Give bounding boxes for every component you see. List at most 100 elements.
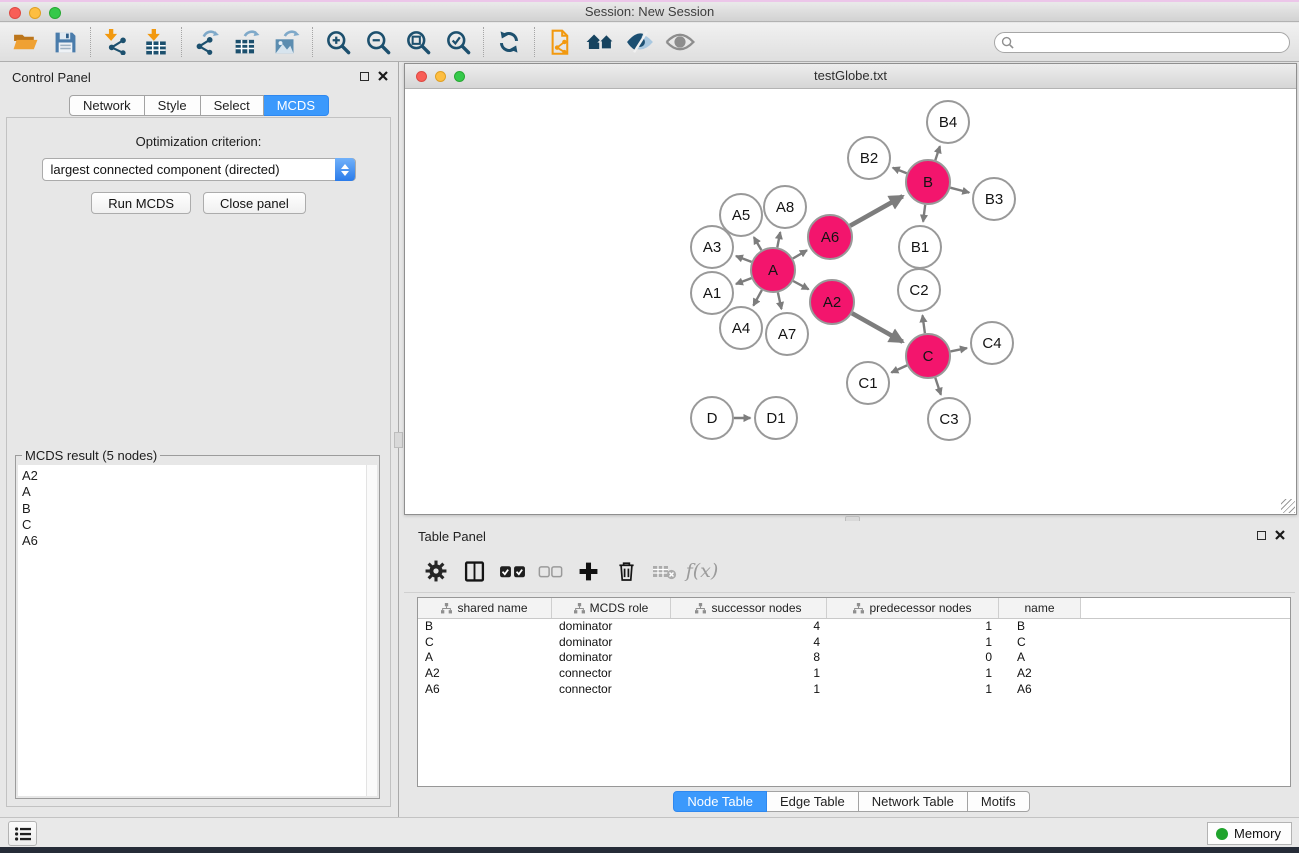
table-header-row[interactable]: shared nameMCDS rolesuccessor nodesprede… [418,598,1290,619]
close-panel-button[interactable]: Close panel [203,192,306,214]
deselect-all-rows-button[interactable] [531,553,569,589]
zoom-selected-button[interactable] [438,25,478,59]
graph-edge-A-A6[interactable] [793,250,807,258]
result-item[interactable]: A6 [18,533,377,549]
network-zoom-button[interactable] [454,71,465,82]
result-list-scrollbar[interactable] [366,465,377,796]
table-row[interactable]: A2connector11A2 [418,666,1290,682]
close-window-button[interactable] [9,7,21,19]
graph-edge-C-C2[interactable] [923,315,925,333]
apply-layout-button[interactable] [489,25,529,59]
save-session-button[interactable] [45,25,85,59]
task-history-button[interactable] [8,821,37,846]
graph-edge-A6-B[interactable] [850,196,903,226]
column-type-icon [441,603,452,614]
export-image-button[interactable] [267,25,307,59]
float-table-panel-icon[interactable] [1257,531,1266,540]
table-cell: 1 [827,682,999,698]
tab-network[interactable]: Network [69,95,145,116]
search-field[interactable] [994,32,1290,53]
toggle-graphics-details-button[interactable] [620,25,660,59]
list-icon [14,826,32,842]
column-header-shared-name[interactable]: shared name [418,598,552,618]
column-header-predecessor-nodes[interactable]: predecessor nodes [827,598,999,618]
column-header-name[interactable]: name [999,598,1081,618]
tab-style[interactable]: Style [145,95,201,116]
search-input[interactable] [1018,34,1289,51]
resize-grip-icon[interactable] [1281,499,1295,513]
tab-select[interactable]: Select [201,95,264,116]
window-controls[interactable] [9,7,61,19]
result-item[interactable]: C [18,517,377,533]
graph-edge-A-A5[interactable] [754,237,762,250]
graph-edge-A-A7[interactable] [778,293,782,310]
zoom-in-button[interactable] [318,25,358,59]
close-table-panel-icon[interactable] [1275,530,1285,540]
add-column-button[interactable] [569,553,607,589]
control-panel-tabs[interactable]: NetworkStyleSelectMCDS [0,95,398,116]
tab-motifs[interactable]: Motifs [968,791,1030,812]
float-panel-icon[interactable] [360,72,369,81]
result-item[interactable]: B [18,501,377,517]
table-cell: 8 [671,650,827,666]
graph-edge-A-A4[interactable] [753,290,762,306]
graph-edge-B-B1[interactable] [923,205,925,222]
select-all-rows-button[interactable] [493,553,531,589]
open-session-button[interactable] [5,25,45,59]
network-canvas[interactable]: AA1A2A3A4A5A6A7A8BB1B2B3B4CC1C2C3C4DD1 [405,90,1296,514]
delete-table-button[interactable] [645,553,683,589]
column-header-MCDS-role[interactable]: MCDS role [552,598,671,618]
criterion-dropdown[interactable]: largest connected component (directed) [42,158,356,181]
close-panel-icon[interactable] [378,71,388,81]
vertical-splitter-grip[interactable] [394,432,403,448]
table-row[interactable]: Bdominator41B [418,619,1290,635]
graph-edge-A-A2[interactable] [793,281,808,289]
show-column-button[interactable] [455,553,493,589]
memory-button[interactable]: Memory [1207,822,1292,845]
graph-edge-B-B3[interactable] [950,188,969,193]
graph-edge-C-C1[interactable] [891,365,907,372]
toggle-panel-button[interactable] [660,25,700,59]
zoom-window-button[interactable] [49,7,61,19]
node-table[interactable]: shared nameMCDS rolesuccessor nodesprede… [417,597,1291,787]
import-table-button[interactable] [136,25,176,59]
table-row[interactable]: A6connector11A6 [418,682,1290,698]
reset-view-button[interactable] [580,25,620,59]
tab-mcds[interactable]: MCDS [264,95,329,116]
table-row[interactable]: Cdominator41C [418,635,1290,651]
table-body[interactable]: Bdominator41BCdominator41CAdominator80AA… [418,619,1290,697]
network-from-selection-button[interactable] [540,25,580,59]
import-network-button[interactable] [96,25,136,59]
run-mcds-button[interactable]: Run MCDS [91,192,191,214]
zoom-out-button[interactable] [358,25,398,59]
export-network-button[interactable] [187,25,227,59]
result-item[interactable]: A [18,484,377,500]
table-row[interactable]: Adominator80A [418,650,1290,666]
minimize-window-button[interactable] [29,7,41,19]
table-settings-button[interactable] [417,553,455,589]
graph-edge-A-A8[interactable] [777,232,780,247]
network-graph[interactable]: AA1A2A3A4A5A6A7A8BB1B2B3B4CC1C2C3C4DD1 [405,90,1296,514]
tab-node-table[interactable]: Node Table [673,791,767,812]
table-cell: 1 [827,666,999,682]
network-minimize-button[interactable] [435,71,446,82]
mcds-result-list[interactable]: A2ABCA6 [18,465,377,796]
delete-column-button[interactable] [607,553,645,589]
result-item[interactable]: A2 [18,465,377,484]
network-close-button[interactable] [416,71,427,82]
column-type-icon [695,603,706,614]
graph-edge-C-C4[interactable] [951,348,967,351]
tab-network-table[interactable]: Network Table [859,791,968,812]
table-tabs[interactable]: Node TableEdge TableNetwork TableMotifs [404,791,1299,812]
export-table-button[interactable] [227,25,267,59]
column-header-successor-nodes[interactable]: successor nodes [671,598,827,618]
zoom-fit-button[interactable] [398,25,438,59]
function-builder-button[interactable]: f(x) [683,553,721,589]
graph-edge-A-A1[interactable] [736,278,752,284]
graph-edge-A-A3[interactable] [736,256,752,262]
graph-edge-B-B4[interactable] [935,146,940,160]
tab-edge-table[interactable]: Edge Table [767,791,859,812]
graph-edge-C-C3[interactable] [935,378,941,395]
graph-edge-B-B2[interactable] [893,168,907,174]
graph-edge-A2-C[interactable] [852,313,903,342]
